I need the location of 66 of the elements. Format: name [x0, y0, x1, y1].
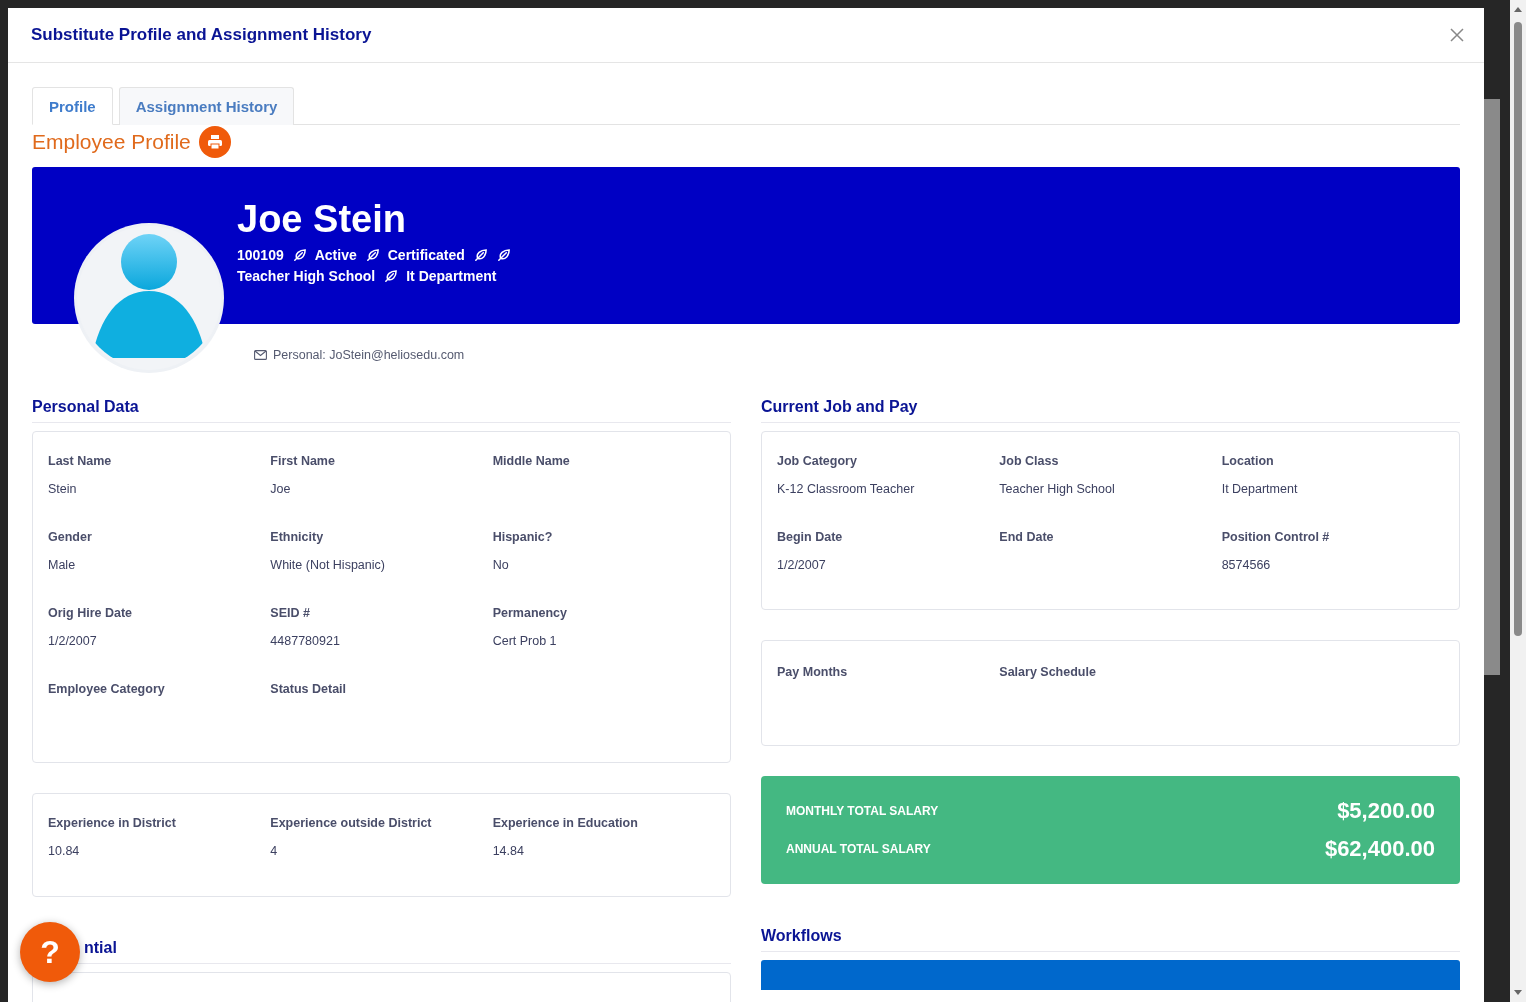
field-label: Experience in Education	[492, 816, 639, 830]
email-text: Personal: JoStein@heliosedu.com	[273, 348, 465, 362]
section-heading: Employee Profile	[32, 130, 191, 154]
close-icon[interactable]	[1450, 28, 1464, 42]
banner-detail: It Department	[406, 268, 497, 284]
field-value: 4	[270, 844, 279, 858]
tab[interactable]: Profile	[32, 87, 113, 125]
field-value: White (Not Hispanic)	[270, 558, 386, 572]
field-label: Begin Date	[777, 530, 844, 544]
avatar-icon	[74, 223, 224, 373]
field-value: 1/2/2007	[48, 634, 98, 648]
section-heading: Personal Data	[32, 398, 731, 423]
employee-name: Joe Stein	[237, 197, 407, 241]
field-label: Hispanic?	[492, 530, 554, 544]
feather-icon	[291, 247, 307, 263]
field-value: It Department	[1221, 482, 1299, 496]
field-label: Middle Name	[492, 454, 571, 468]
salary-amount: $5,200.00	[1337, 798, 1435, 824]
field-value: Teacher High School	[999, 482, 1116, 496]
field-label: End Date	[999, 530, 1055, 544]
feather-icon	[495, 247, 511, 263]
banner-detail: Certificated	[387, 247, 465, 263]
feather-icon	[383, 268, 399, 284]
salary-label: MONTHLY TOTAL SALARY	[786, 804, 939, 818]
salary-amount: $62,400.00	[1324, 836, 1435, 862]
banner-detail: 100109	[237, 247, 284, 263]
field-label: First Name	[270, 454, 336, 468]
field-label: Job Category	[777, 454, 858, 468]
field-label: Salary Schedule	[999, 665, 1097, 679]
section-heading: Workflows	[761, 927, 1460, 952]
feather-icon	[364, 247, 380, 263]
modal-title: Substitute Profile and Assignment History	[31, 25, 372, 45]
field-label: Orig Hire Date	[48, 606, 134, 620]
printer-icon	[206, 134, 223, 150]
field-label: Experience in District	[48, 816, 177, 830]
field-label: Last Name	[48, 454, 113, 468]
field-label: Experience outside District	[270, 816, 433, 830]
field-value: 4487780921	[270, 634, 341, 648]
field-value: Cert Prob 1	[492, 634, 558, 648]
field-value: No	[492, 558, 510, 572]
section-heading: Current Job and Pay	[761, 398, 1460, 423]
field-label: Employee Category	[48, 682, 166, 696]
print-button[interactable]	[198, 126, 231, 158]
field-label: Job Class	[999, 454, 1060, 468]
field-value: 14.84	[492, 844, 525, 858]
mail-icon	[254, 350, 267, 360]
banner-detail: Teacher High School	[237, 268, 376, 284]
tab[interactable]: Assignment History	[118, 87, 295, 125]
field-value: Joe	[270, 482, 292, 496]
field-value: Stein	[48, 482, 78, 496]
field-label: SEID #	[270, 606, 311, 620]
feather-icon	[472, 247, 488, 263]
field-label: Location	[1221, 454, 1275, 468]
field-label: Status Detail	[270, 682, 348, 696]
field-label: Ethnicity	[270, 530, 325, 544]
field-label: Pay Months	[777, 665, 849, 679]
field-value: 8574566	[1221, 558, 1272, 572]
field-value: 10.84	[48, 844, 81, 858]
field-label: Position Control #	[1221, 530, 1331, 544]
banner-detail: Active	[314, 247, 357, 263]
field-value: 1/2/2007	[777, 558, 827, 572]
field-value: Male	[48, 558, 77, 572]
salary-label: ANNUAL TOTAL SALARY	[786, 842, 931, 856]
field-label: Gender	[48, 530, 93, 544]
field-label: Permanency	[492, 606, 568, 620]
field-value: K-12 Classroom Teacher	[777, 482, 916, 496]
